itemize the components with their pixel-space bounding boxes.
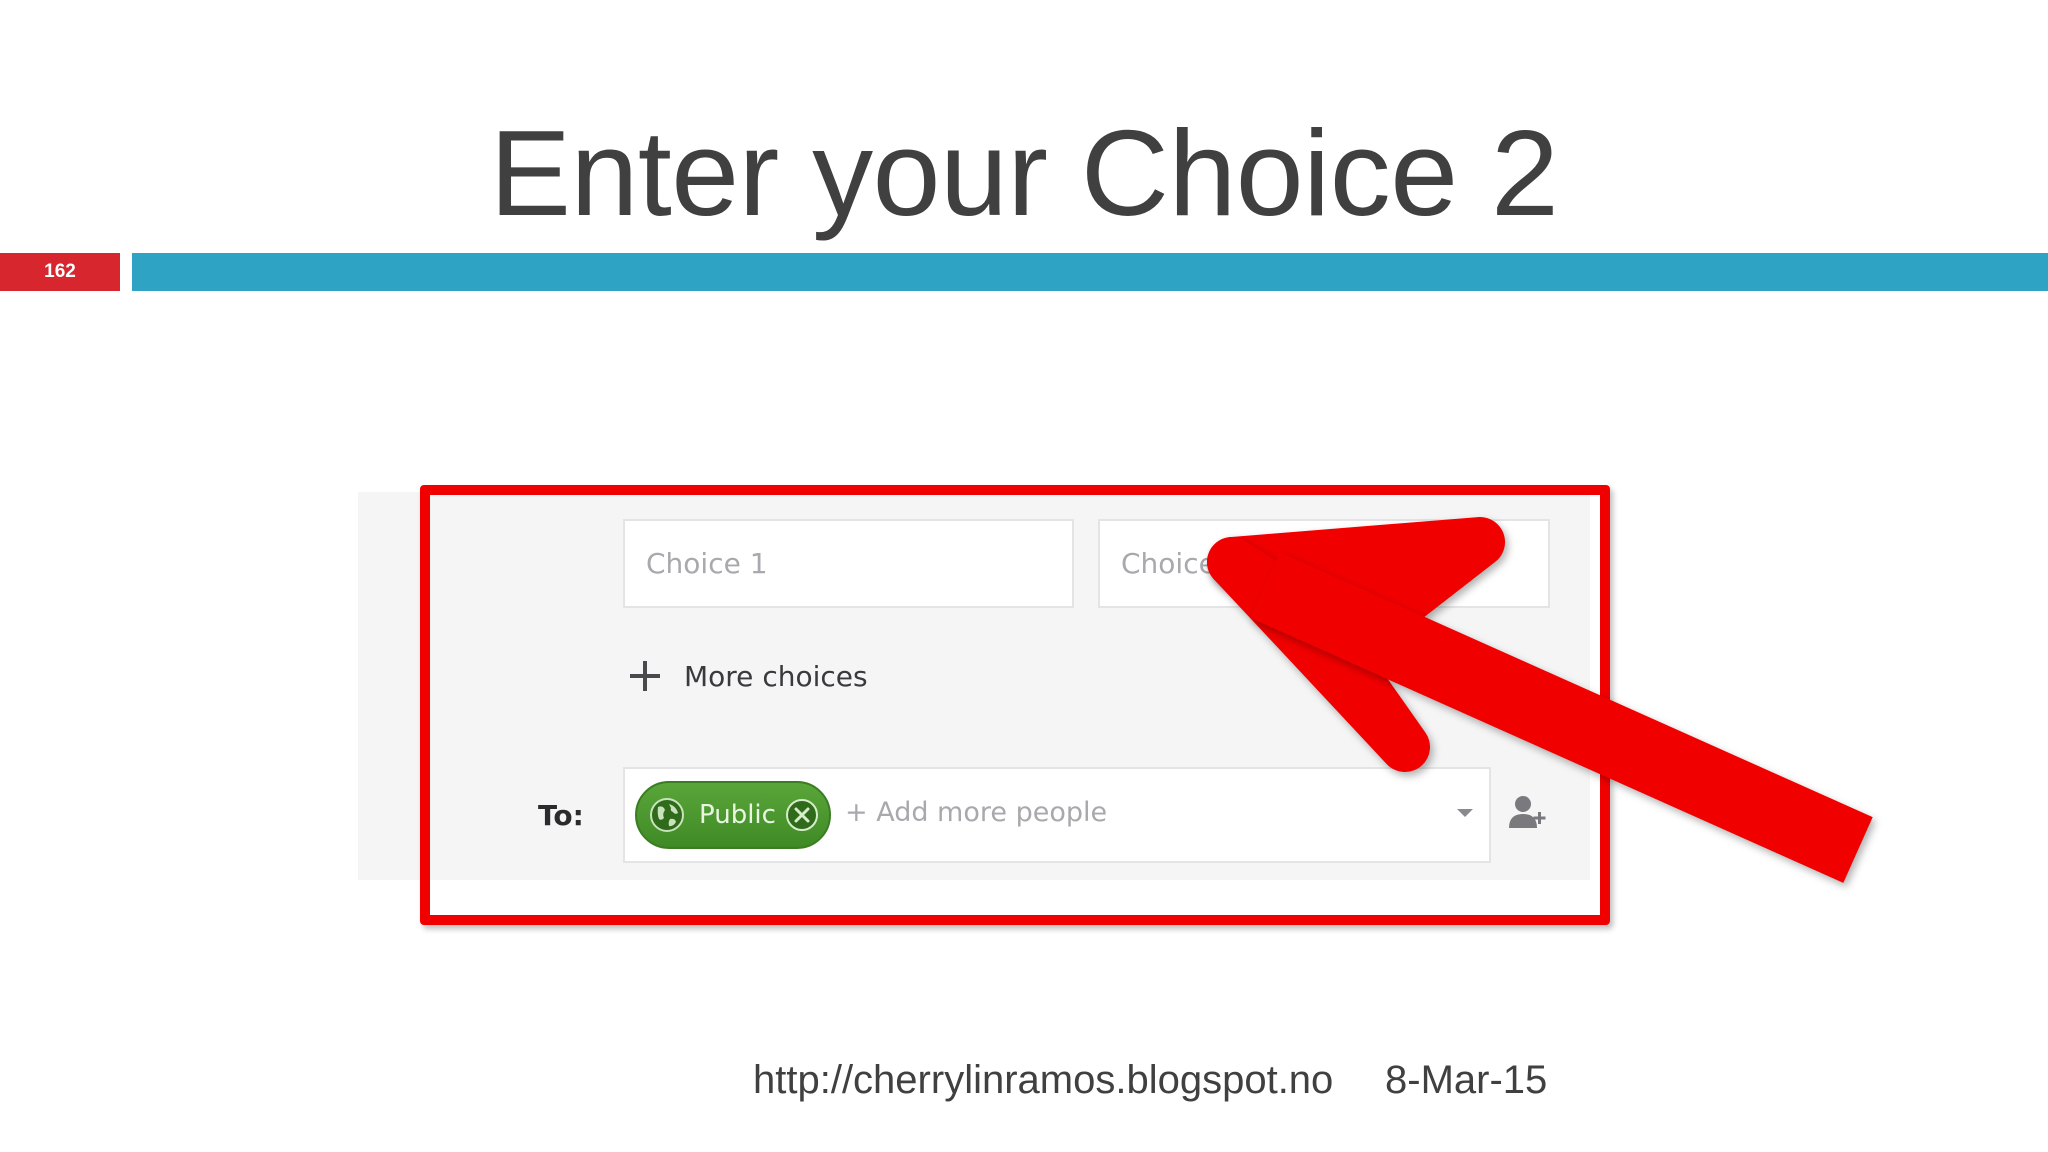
title-accent-bar [132, 253, 2048, 291]
highlight-box [420, 485, 1610, 925]
slide-title: Enter your Choice 2 [489, 105, 1559, 241]
footer-date: 8-Mar-15 [1385, 1058, 1548, 1102]
slide-number: 162 [0, 253, 120, 291]
footer-url: http://cherrylinramos.blogspot.no [753, 1058, 1334, 1102]
